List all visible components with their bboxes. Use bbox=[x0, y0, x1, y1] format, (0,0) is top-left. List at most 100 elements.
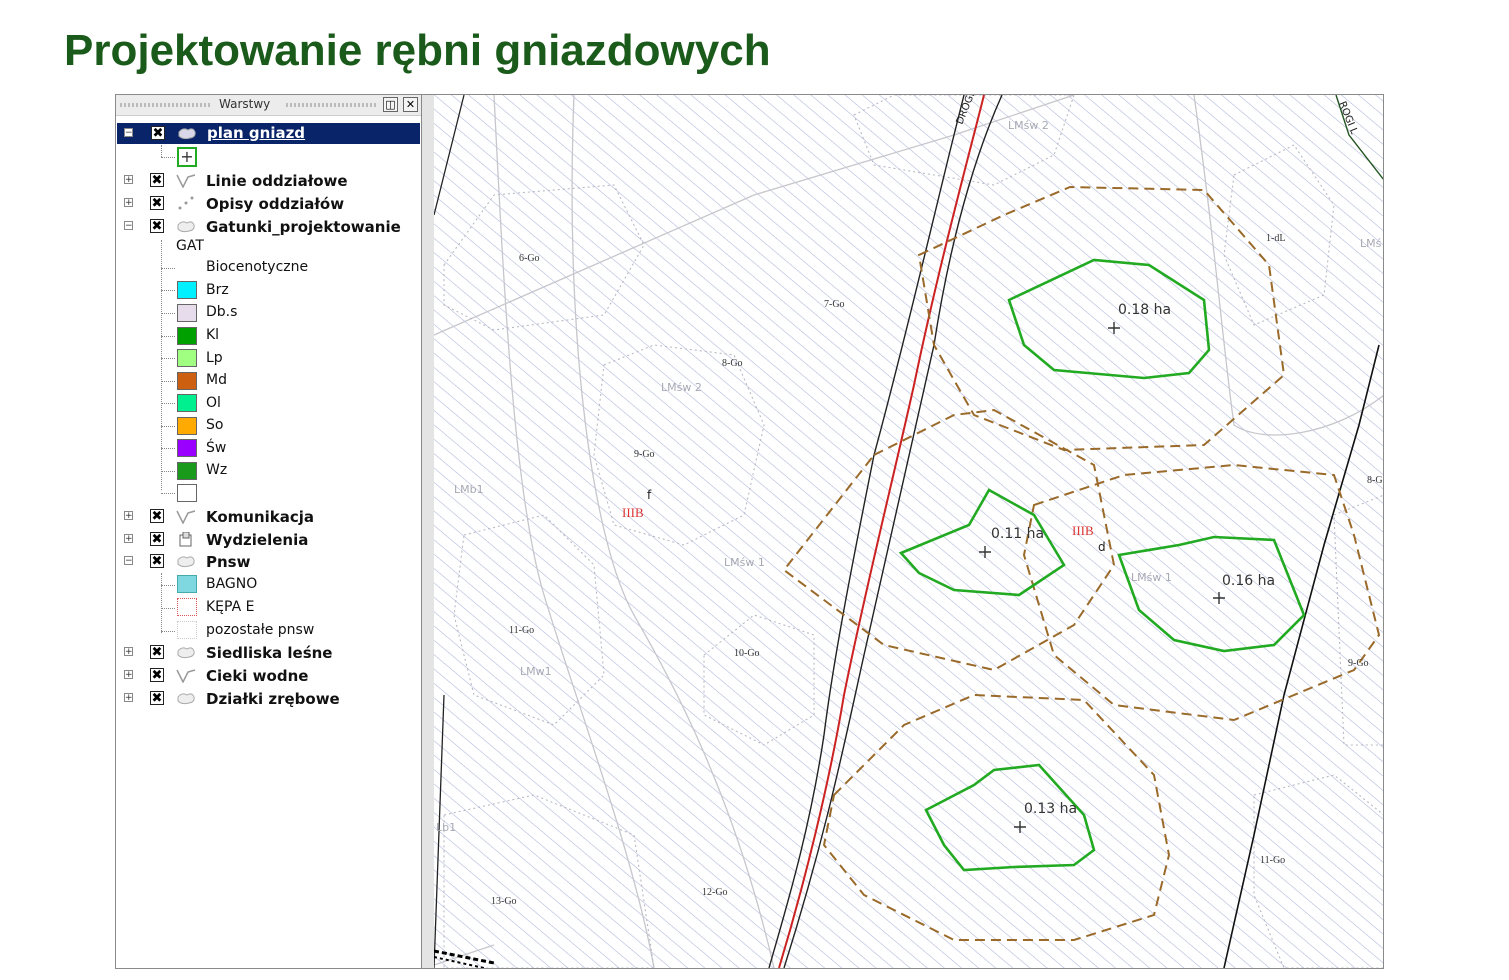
layer-label: Gatunki_projektowanie bbox=[206, 218, 401, 236]
layer-row-dzialki-zrebowe[interactable]: + ✖ Działki zrębowe bbox=[116, 688, 421, 710]
drag-grip[interactable] bbox=[120, 103, 210, 107]
legend-swatch bbox=[177, 621, 197, 639]
layers-panel-titlebar[interactable]: Warstwy ◫ ✕ bbox=[116, 95, 421, 116]
legend-label: Wz bbox=[206, 462, 228, 478]
layer-label: Komunikacja bbox=[206, 508, 315, 526]
layer-visibility-checkbox[interactable]: ✖ bbox=[150, 554, 164, 568]
legend-swatch bbox=[177, 349, 197, 367]
layer-label: Pnsw bbox=[206, 553, 251, 571]
legend-swatch bbox=[177, 327, 197, 345]
stand-label: 11-Go bbox=[1260, 855, 1285, 866]
map-canvas[interactable]: 0.18 ha 0.11 ha 0.16 ha 0.13 ha 6-Go 7-G… bbox=[434, 95, 1384, 968]
qgis-window: Warstwy ◫ ✕ − ✖ plan gniazd + + ✖ Linie … bbox=[115, 94, 1384, 969]
legend-swatch bbox=[177, 394, 197, 412]
layer-row-siedliska-lesne[interactable]: + ✖ Siedliska leśne bbox=[116, 642, 421, 664]
legend-swatch bbox=[177, 462, 197, 480]
layer-label: Siedliska leśne bbox=[206, 644, 333, 662]
layer-row-linie-oddzialowe[interactable]: + ✖ Linie oddziałowe bbox=[116, 170, 421, 192]
layer-row-plan-gniazd[interactable]: − ✖ plan gniazd bbox=[117, 123, 420, 144]
legend-swatch bbox=[177, 281, 197, 299]
layer-label: Wydzielenia bbox=[206, 531, 309, 549]
habitat-label: LMśw 1 bbox=[724, 556, 765, 569]
site-class-label: IIIB bbox=[622, 505, 644, 520]
layers-panel-title: Warstwy bbox=[219, 97, 271, 111]
layer-visibility-checkbox[interactable]: ✖ bbox=[150, 173, 164, 187]
stand-label: 6-Go bbox=[519, 253, 540, 264]
stand-label: 13-Go bbox=[491, 896, 517, 907]
polygon-layer-icon bbox=[177, 693, 195, 705]
expand-icon[interactable]: + bbox=[124, 175, 133, 185]
expand-icon[interactable]: + bbox=[124, 511, 133, 521]
expand-icon[interactable]: + bbox=[124, 693, 133, 703]
polygon-layer-icon bbox=[178, 128, 196, 140]
float-panel-button[interactable]: ◫ bbox=[383, 97, 398, 112]
stand-label: 10-Go bbox=[734, 648, 760, 659]
subdivision-letter: d bbox=[1098, 540, 1106, 554]
stand-label: 12-Go bbox=[702, 887, 728, 898]
layer-label: plan gniazd bbox=[207, 124, 306, 142]
legend-label: Brz bbox=[206, 282, 229, 298]
layer-visibility-checkbox[interactable]: ✖ bbox=[150, 691, 164, 705]
layer-visibility-checkbox[interactable]: ✖ bbox=[150, 219, 164, 233]
slide-title: Projektowanie rębni gniazdowych bbox=[64, 26, 771, 75]
legend-label: Lp bbox=[206, 350, 223, 366]
legend-label: Md bbox=[206, 372, 227, 388]
collapse-icon[interactable]: − bbox=[124, 556, 133, 566]
line-layer-icon bbox=[176, 510, 196, 524]
line-layer-icon bbox=[176, 669, 196, 683]
legend-swatch bbox=[177, 259, 197, 277]
layer-visibility-checkbox[interactable]: ✖ bbox=[150, 668, 164, 682]
legend-swatch bbox=[177, 439, 197, 457]
layer-visibility-checkbox[interactable]: ✖ bbox=[150, 196, 164, 210]
collapse-icon[interactable]: − bbox=[124, 128, 133, 138]
legend-label: Ol bbox=[206, 395, 221, 411]
layers-panel: Warstwy ◫ ✕ − ✖ plan gniazd + + ✖ Linie … bbox=[116, 95, 422, 968]
habitat-label: LMw1 bbox=[520, 665, 552, 678]
habitat-label: LMś bbox=[1360, 237, 1382, 250]
forest-hatch-fill bbox=[434, 95, 1383, 968]
stand-label: 1-dL bbox=[1266, 233, 1285, 244]
legend-label: KĘPA E bbox=[206, 599, 255, 615]
stand-label: 8-Go bbox=[722, 358, 743, 369]
polygon-layer-icon bbox=[177, 556, 195, 568]
layer-row-cieki-wodne[interactable]: + ✖ Cieki wodne bbox=[116, 665, 421, 687]
layer-label: Opisy oddziałów bbox=[206, 195, 345, 213]
habitat-label: Lb1 bbox=[436, 821, 456, 834]
stand-label: 9-Go bbox=[634, 449, 655, 460]
site-class-label: IIIB bbox=[1072, 523, 1094, 538]
layer-visibility-checkbox[interactable]: ✖ bbox=[150, 509, 164, 523]
expand-icon[interactable]: + bbox=[124, 670, 133, 680]
legend-label: Św bbox=[206, 440, 227, 456]
layer-row-wydzielenia[interactable]: + ✖ Wydzielenia bbox=[116, 529, 421, 551]
layer-label: Cieki wodne bbox=[206, 667, 309, 685]
layer-visibility-checkbox[interactable]: ✖ bbox=[150, 532, 164, 546]
layer-row-gatunki-projektowanie[interactable]: − ✖ Gatunki_projektowanie bbox=[116, 216, 421, 238]
layer-row-pnsw[interactable]: − ✖ Pnsw bbox=[116, 551, 421, 573]
layer-visibility-checkbox[interactable]: ✖ bbox=[150, 645, 164, 659]
stand-label: 8-G bbox=[1367, 475, 1383, 486]
plan-gniazd-symbol: + bbox=[177, 147, 197, 167]
layer-visibility-checkbox[interactable]: ✖ bbox=[151, 126, 165, 140]
legend-label: pozostałe pnsw bbox=[206, 622, 315, 638]
layer-row-komunikacja[interactable]: + ✖ Komunikacja bbox=[116, 506, 421, 528]
expand-icon[interactable]: + bbox=[124, 198, 133, 208]
layer-row-opisy-oddzialow[interactable]: + ✖ Opisy oddziałów bbox=[116, 193, 421, 215]
stand-label: 9-Go bbox=[1348, 658, 1369, 669]
stand-label: 7-Go bbox=[824, 299, 845, 310]
legend-label: Kl bbox=[206, 327, 220, 343]
expand-icon[interactable]: + bbox=[124, 534, 133, 544]
legend-swatch bbox=[177, 417, 197, 435]
drag-grip-right[interactable] bbox=[286, 103, 378, 107]
area-label: 0.13 ha bbox=[1024, 801, 1077, 817]
legend-label: Biocenotyczne bbox=[206, 259, 309, 275]
area-label: 0.16 ha bbox=[1222, 573, 1275, 589]
expand-icon[interactable]: + bbox=[124, 647, 133, 657]
habitat-label: LMśw 2 bbox=[1008, 119, 1049, 132]
area-label: 0.11 ha bbox=[991, 526, 1044, 542]
legend-swatch bbox=[177, 598, 197, 616]
habitat-label: LMśw 1 bbox=[1131, 571, 1172, 584]
close-panel-button[interactable]: ✕ bbox=[403, 97, 418, 112]
point-layer-icon bbox=[178, 196, 194, 210]
habitat-label: LMb1 bbox=[454, 483, 484, 496]
collapse-icon[interactable]: − bbox=[124, 221, 133, 231]
